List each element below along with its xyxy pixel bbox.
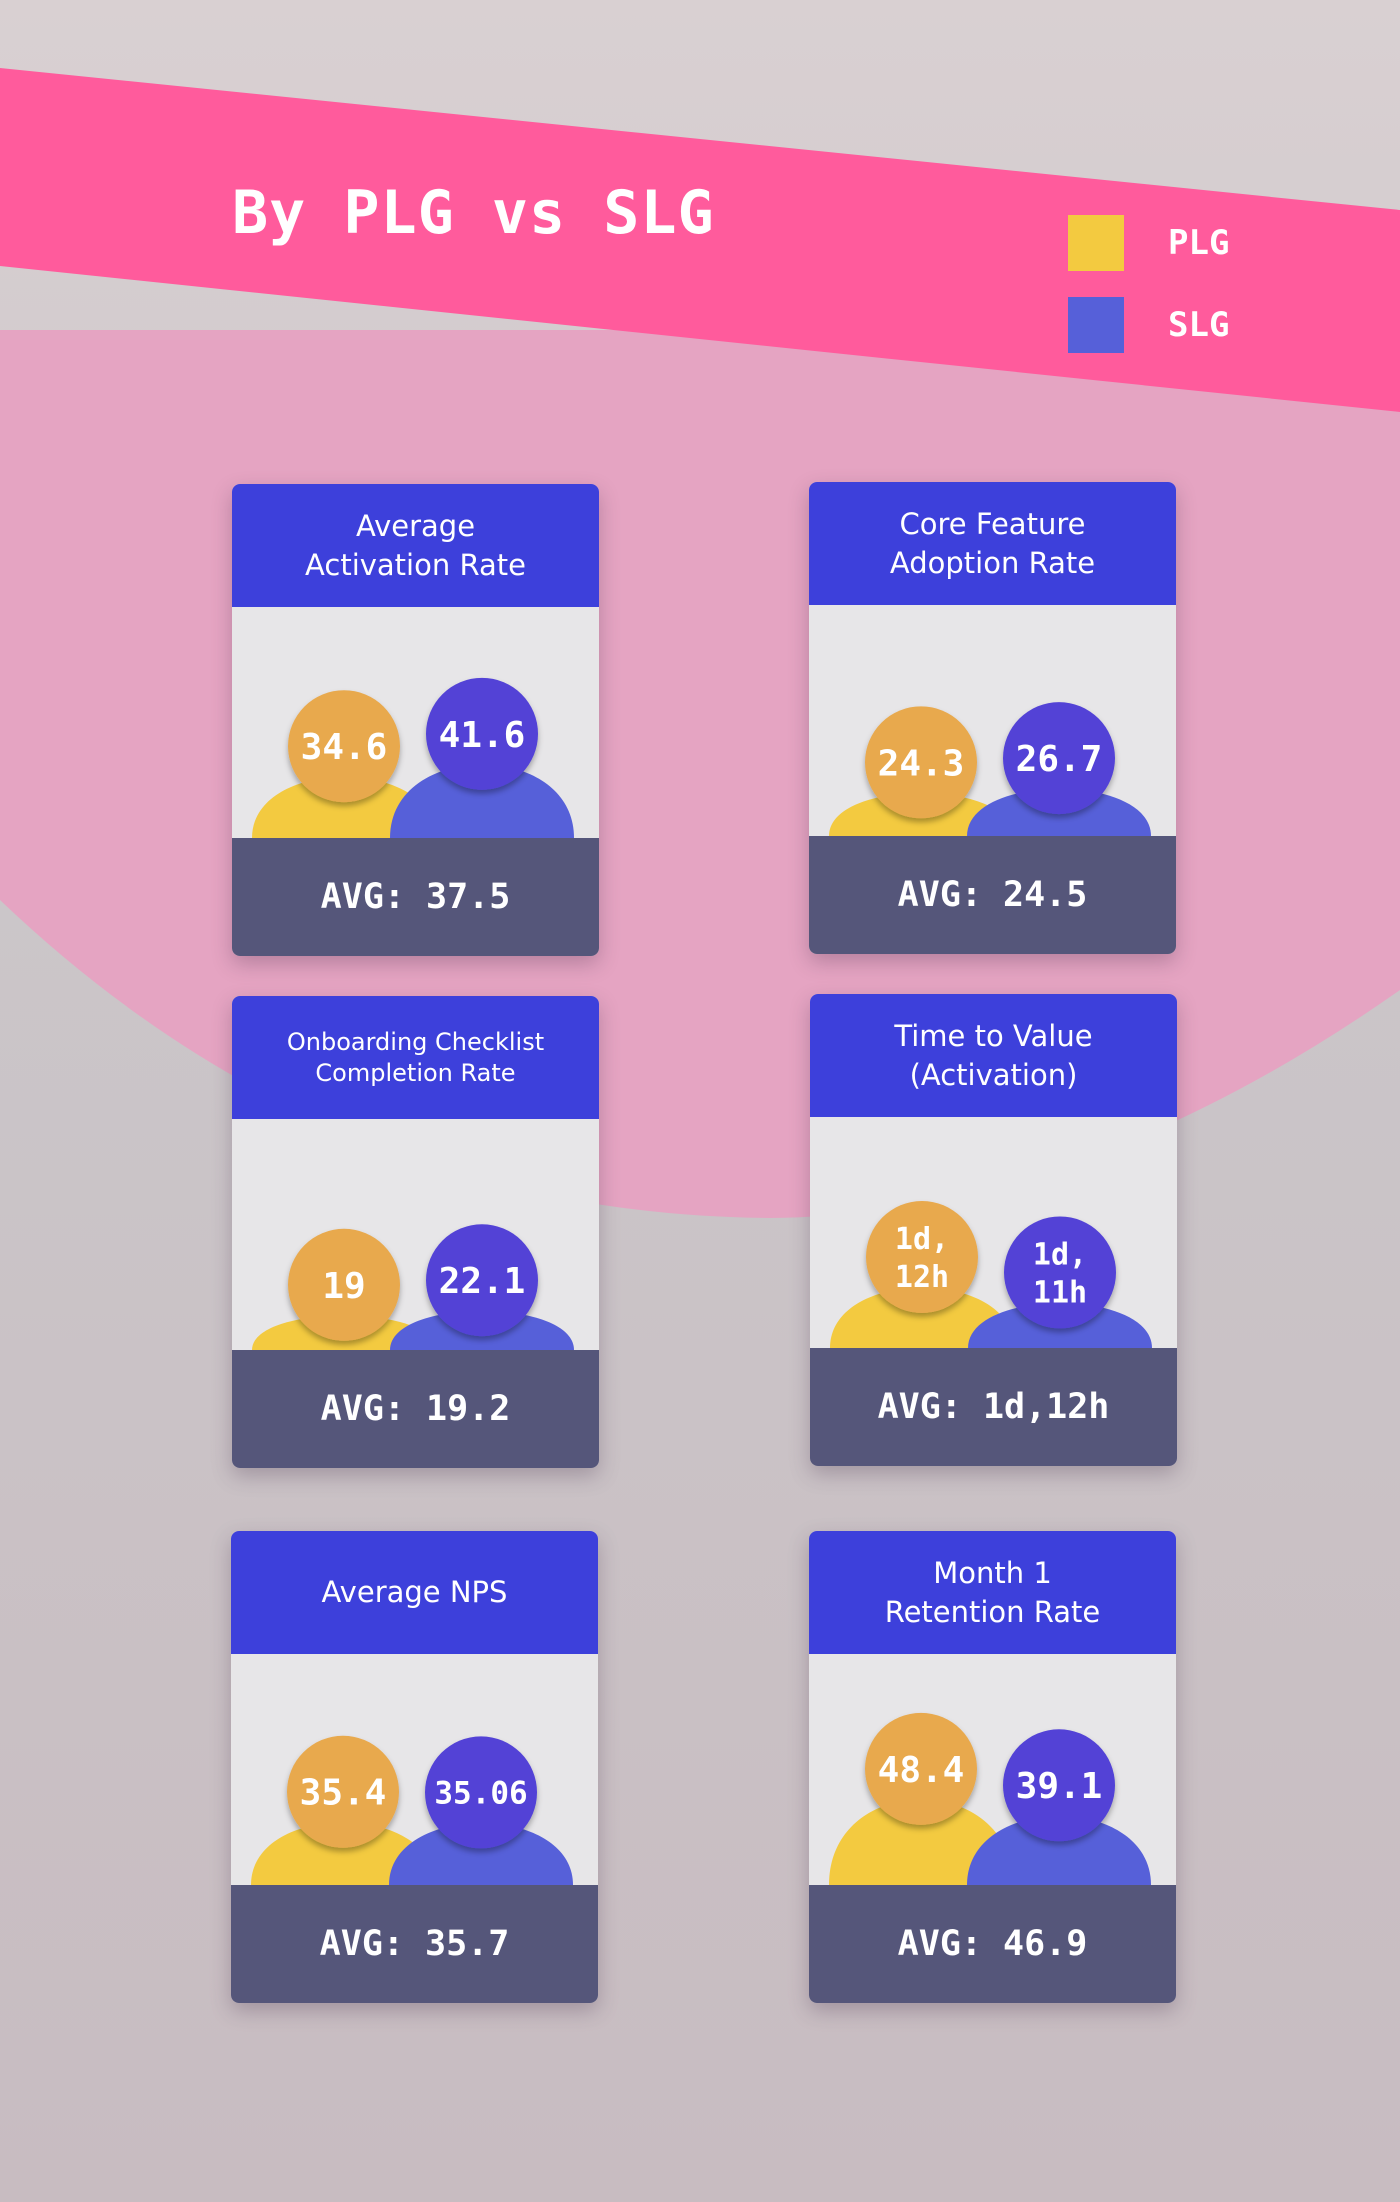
card-footer: AVG: 1d,12h: [810, 1348, 1177, 1466]
value-label-line: 19: [322, 1266, 365, 1307]
value-label: 34.6: [301, 727, 388, 768]
value-label-line: 1d,: [895, 1222, 949, 1257]
legend-swatch-slg: [1068, 297, 1124, 353]
value-label: 26.7: [1016, 739, 1103, 780]
card-chart: 34.6 41.6: [232, 607, 599, 838]
average-label: AVG: 35.7: [319, 1924, 510, 1964]
card-footer: AVG: 24.5: [809, 836, 1176, 954]
bubble-circle: [1004, 1216, 1116, 1329]
comparison-chart: 35.4 35.06: [251, 1735, 573, 1885]
card-title: Core Feature Adoption Rate: [889, 506, 1096, 580]
value-label: 41.6: [439, 715, 526, 756]
value-label-line: 41.6: [439, 715, 526, 756]
average-label: AVG: 24.5: [897, 875, 1088, 915]
average-label: AVG: 37.5: [320, 877, 511, 917]
metric-card: Time to Value (Activation) 1d, 12h 1d, 11h …: [810, 994, 1177, 1466]
slg-value-bubble: 41.6: [426, 677, 538, 790]
card-chart: 35.4 35.06: [231, 1654, 598, 1885]
average-label: AVG: 19.2: [320, 1389, 511, 1429]
comparison-chart: 19 22.1: [252, 1224, 574, 1350]
comparison-chart: 24.3 26.7: [829, 702, 1151, 836]
page-title: By PLG vs SLG: [232, 178, 715, 248]
card-header: Average NPS: [231, 1531, 598, 1654]
value-label: 35.06: [434, 1776, 527, 1812]
card-title: Month 1 Retention Rate: [884, 1555, 1101, 1629]
slg-value-bubble: 26.7: [1003, 702, 1115, 815]
value-label-line: 11h: [1033, 1275, 1087, 1310]
comparison-chart: 48.4 39.1: [829, 1712, 1151, 1885]
plg-value-bubble: 24.3: [865, 706, 977, 819]
value-label-line: 22.1: [439, 1261, 526, 1302]
card-header: Onboarding Checklist Completion Rate: [232, 996, 599, 1119]
comparison-chart: 34.6 41.6: [252, 677, 574, 838]
card-footer: AVG: 46.9: [809, 1885, 1176, 2003]
plg-value-bubble: 19: [288, 1228, 400, 1341]
value-label: 24.3: [878, 743, 965, 784]
card-title: Time to Value (Activation): [894, 1018, 1093, 1092]
legend-label-slg: SLG: [1168, 305, 1230, 345]
card-title: Onboarding Checklist Completion Rate: [286, 1027, 545, 1087]
card-chart: 1d, 12h 1d, 11h: [810, 1117, 1177, 1348]
average-label: AVG: 46.9: [897, 1924, 1088, 1964]
metric-card: Core Feature Adoption Rate 24.3 26.7 AVG:…: [809, 482, 1176, 954]
value-label: 22.1: [439, 1261, 526, 1302]
card-footer: AVG: 35.7: [231, 1885, 598, 2003]
value-label-line: 34.6: [301, 727, 388, 768]
card-chart: 19 22.1: [232, 1119, 599, 1350]
value-label-line: 48.4: [878, 1750, 965, 1791]
value-label: 48.4: [878, 1750, 965, 1791]
slg-value-bubble: 22.1: [426, 1224, 538, 1337]
plg-value-bubble: 1d, 12h: [866, 1201, 978, 1313]
legend-label-plg: PLG: [1168, 223, 1230, 263]
card-footer: AVG: 19.2: [232, 1350, 599, 1468]
metric-card: Month 1 Retention Rate 48.4 39.1 AVG: 46.…: [809, 1531, 1176, 2003]
value-label: 39.1: [1016, 1766, 1103, 1807]
value-label-line: 12h: [895, 1260, 949, 1295]
card-title: Average Activation Rate: [305, 508, 526, 582]
value-label-line: 39.1: [1016, 1766, 1103, 1807]
card-footer: AVG: 37.5: [232, 838, 599, 956]
card-header: Time to Value (Activation): [810, 994, 1177, 1117]
value-label-line: 26.7: [1016, 739, 1103, 780]
value-label-line: 35.06: [434, 1776, 527, 1812]
card-chart: 48.4 39.1: [809, 1654, 1176, 1885]
plg-value-bubble: 34.6: [288, 690, 400, 803]
value-label-line: 1d,: [1033, 1237, 1087, 1272]
average-label: AVG: 1d,12h: [877, 1387, 1110, 1427]
metric-card: Average Activation Rate 34.6 41.6 AVG: 37…: [232, 484, 599, 956]
value-label-line: 24.3: [878, 743, 965, 784]
pink-blob-shape: [0, 330, 1400, 1218]
plg-value-bubble: 35.4: [287, 1735, 399, 1848]
value-label: 35.4: [300, 1773, 387, 1814]
metric-card: Average NPS 35.4 35.06 AVG: 35.7: [231, 1531, 598, 2003]
card-header: Month 1 Retention Rate: [809, 1531, 1176, 1654]
value-label: 19: [322, 1266, 365, 1307]
legend-swatch-plg: [1068, 215, 1124, 271]
card-header: Core Feature Adoption Rate: [809, 482, 1176, 605]
plg-value-bubble: 48.4: [865, 1712, 977, 1825]
slg-value-bubble: 1d, 11h: [1004, 1216, 1116, 1329]
card-chart: 24.3 26.7: [809, 605, 1176, 836]
card-title: Average NPS: [321, 1575, 508, 1609]
value-label-line: 35.4: [300, 1773, 387, 1814]
comparison-chart: 1d, 12h1d, 11h: [830, 1201, 1152, 1348]
slg-value-bubble: 39.1: [1003, 1729, 1115, 1842]
card-header: Average Activation Rate: [232, 484, 599, 607]
bubble-circle: [866, 1201, 978, 1313]
slg-value-bubble: 35.06: [425, 1736, 537, 1849]
metric-card: Onboarding Checklist Completion Rate 19 2…: [232, 996, 599, 1468]
